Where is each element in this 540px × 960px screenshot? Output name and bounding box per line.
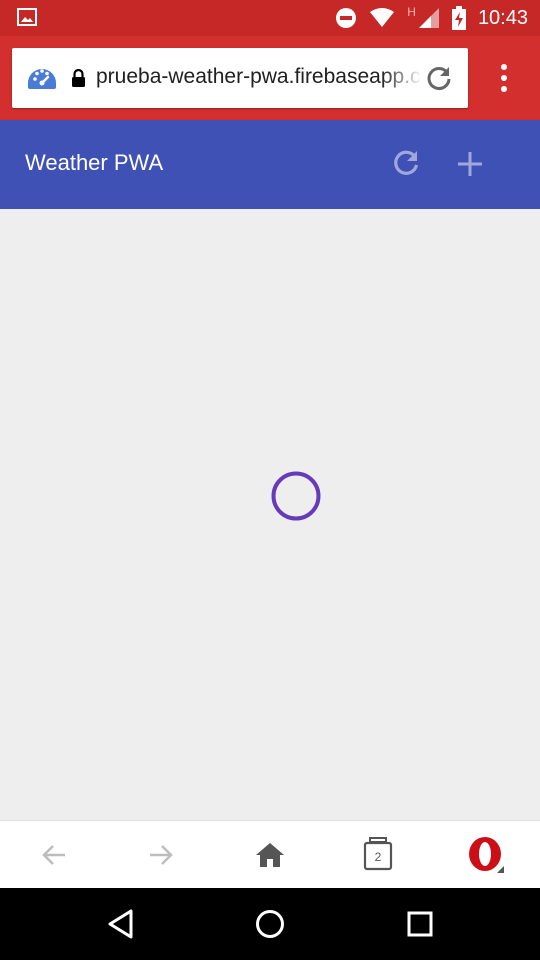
recents-square-icon[interactable]	[402, 906, 438, 942]
battery-charging-icon	[451, 6, 466, 30]
address-bar[interactable]: prueba-weather-pwa.firebaseapp.com	[12, 48, 468, 108]
lock-icon	[72, 69, 85, 87]
tabs-button[interactable]: 2	[358, 835, 398, 875]
do-not-disturb-icon	[336, 8, 357, 28]
speed-dial-icon[interactable]	[26, 63, 58, 95]
add-icon[interactable]	[455, 149, 485, 179]
forward-arrow-icon	[150, 845, 173, 865]
system-navigation-bar	[0, 888, 540, 960]
loading-spinner	[271, 471, 321, 521]
app-title: Weather PWA	[25, 150, 164, 175]
cellular-signal-icon	[418, 8, 439, 28]
opera-menu-button[interactable]	[466, 835, 506, 875]
home-circle-icon[interactable]	[252, 906, 288, 942]
home-icon	[256, 843, 284, 867]
reload-icon[interactable]	[424, 63, 454, 93]
overflow-menu-icon[interactable]	[492, 60, 516, 96]
status-time: 10:43	[477, 6, 528, 29]
browser-toolbar: prueba-weather-pwa.firebaseapp.com	[0, 36, 540, 120]
url-fade	[382, 58, 422, 98]
url-text[interactable]: prueba-weather-pwa.firebaseapp.com	[96, 65, 421, 89]
refresh-icon[interactable]	[390, 147, 422, 179]
opera-bottom-bar: 2	[0, 820, 540, 888]
back-button[interactable]	[34, 835, 74, 875]
tab-count: 2	[374, 850, 382, 864]
opera-logo-icon	[469, 837, 504, 873]
forward-button[interactable]	[141, 835, 181, 875]
gallery-icon	[17, 8, 37, 26]
back-arrow-icon	[42, 845, 65, 865]
wifi-icon	[370, 8, 395, 27]
network-type-label: H	[407, 5, 416, 19]
home-button[interactable]	[250, 835, 290, 875]
back-triangle-icon[interactable]	[104, 906, 140, 942]
status-bar: H 10:43	[0, 0, 540, 36]
